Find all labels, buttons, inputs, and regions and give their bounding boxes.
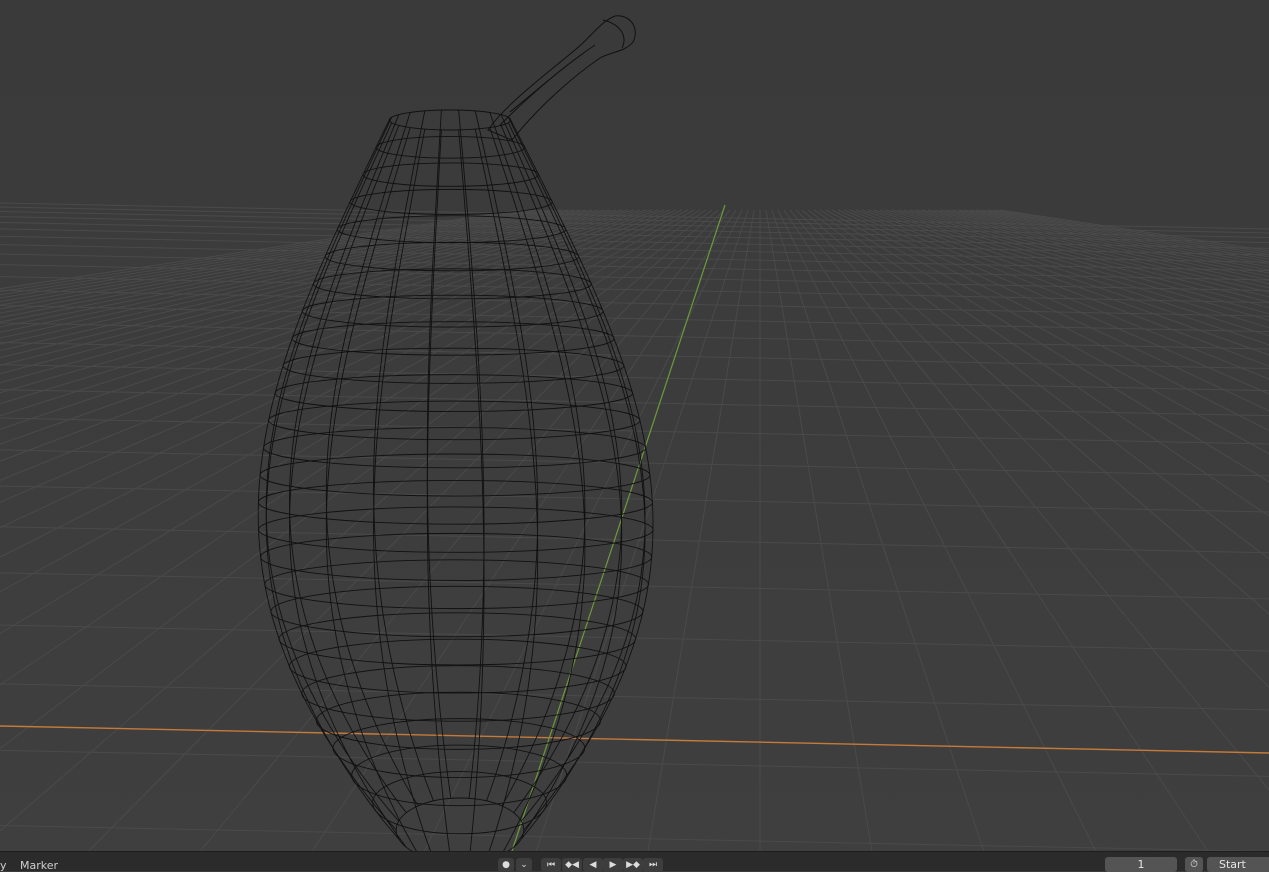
grid-line	[0, 417, 1269, 445]
mesh-ring	[263, 427, 647, 469]
grid-line	[0, 305, 1269, 333]
jump-end-icon: ⏭	[648, 860, 658, 870]
grid-line	[0, 228, 1269, 256]
grid-line	[0, 209, 527, 293]
grid-line	[0, 364, 1269, 392]
play-icon: ▶	[609, 860, 617, 870]
grid-line	[0, 209, 665, 462]
grid-line	[783, 209, 1209, 851]
grid-line	[921, 209, 1269, 289]
play-reverse-icon: ◀	[589, 860, 597, 870]
mesh-ring	[259, 453, 651, 497]
record-icon: ●	[502, 860, 510, 870]
grid-line	[0, 624, 1269, 652]
grid-line	[0, 322, 1269, 350]
grid-line	[837, 209, 1269, 412]
next-keyframe-icon: ▶◆	[626, 860, 640, 870]
grid-line	[915, 209, 1269, 293]
grid-line	[777, 209, 1097, 851]
grid-line	[0, 209, 563, 314]
grid-line	[0, 824, 1269, 851]
grid-line	[999, 209, 1269, 252]
grid-line	[879, 209, 1269, 329]
grid-line	[843, 209, 1269, 395]
mesh-ring	[268, 400, 641, 441]
grid-line	[891, 209, 1269, 315]
grid-line	[969, 209, 1269, 263]
chevron-down-icon: ⌄	[520, 860, 528, 870]
grid-line	[975, 209, 1269, 260]
grid-line	[0, 389, 1269, 417]
grid-line	[423, 209, 743, 851]
prev-keyframe-icon: ◆◀	[565, 860, 579, 870]
mesh-ring	[288, 638, 627, 694]
grid-line	[0, 209, 569, 318]
grid-line	[0, 202, 1269, 230]
mesh-ring	[257, 480, 653, 525]
grid-line	[873, 209, 1269, 337]
mesh-ring	[315, 691, 602, 750]
grid-line	[0, 749, 1269, 777]
grid-line	[813, 209, 1269, 517]
grid-line	[0, 209, 629, 384]
grid-line	[0, 209, 593, 339]
grid-line	[0, 209, 659, 445]
mesh-ring	[332, 718, 586, 778]
grid-line	[885, 209, 1269, 321]
mesh-ring	[260, 532, 653, 581]
grid-line	[855, 209, 1269, 367]
grid-line	[0, 216, 1269, 244]
grid-line	[807, 209, 1269, 560]
stopwatch-icon: ⏱	[1190, 859, 1198, 870]
timeline-header: y Marker ● ⌄ ⏮ ◆◀ ◀ ▶ ▶◆ ⏭ 1 ⏱ Start	[0, 851, 1269, 872]
3d-viewport[interactable]	[0, 0, 1269, 851]
mesh-ring	[362, 162, 540, 187]
mesh-ring	[349, 188, 553, 215]
grid-line	[903, 209, 1269, 303]
grid-line	[0, 209, 719, 832]
mesh-ring	[375, 136, 526, 159]
grid-line	[535, 209, 749, 851]
grid-line	[0, 485, 1269, 513]
grid-line	[897, 209, 1269, 309]
grid-line	[963, 209, 1269, 265]
marker-menu[interactable]: Marker	[20, 860, 58, 872]
mesh-ring	[264, 559, 649, 610]
grid-line	[831, 209, 1269, 431]
grid-line	[867, 209, 1269, 346]
jump-start-icon: ⏮	[546, 860, 556, 870]
grid-line	[771, 209, 985, 851]
grid-line	[0, 206, 1269, 234]
view-menu-partial[interactable]: y	[0, 860, 7, 872]
floor-grid	[0, 202, 1269, 851]
mesh-ring	[258, 506, 654, 553]
mesh-meridian	[507, 122, 646, 840]
grid-line	[647, 209, 755, 851]
grid-line	[0, 209, 521, 290]
viewport-scene	[0, 15, 1269, 851]
grid-line	[0, 209, 713, 750]
grid-line	[0, 572, 1269, 600]
grid-line	[0, 449, 1269, 477]
mesh-ring	[351, 744, 568, 807]
mesh-ring	[282, 347, 625, 384]
grid-line	[981, 209, 1269, 258]
grid-line	[0, 209, 575, 323]
grid-line	[0, 683, 1269, 711]
grid-line	[987, 209, 1269, 256]
